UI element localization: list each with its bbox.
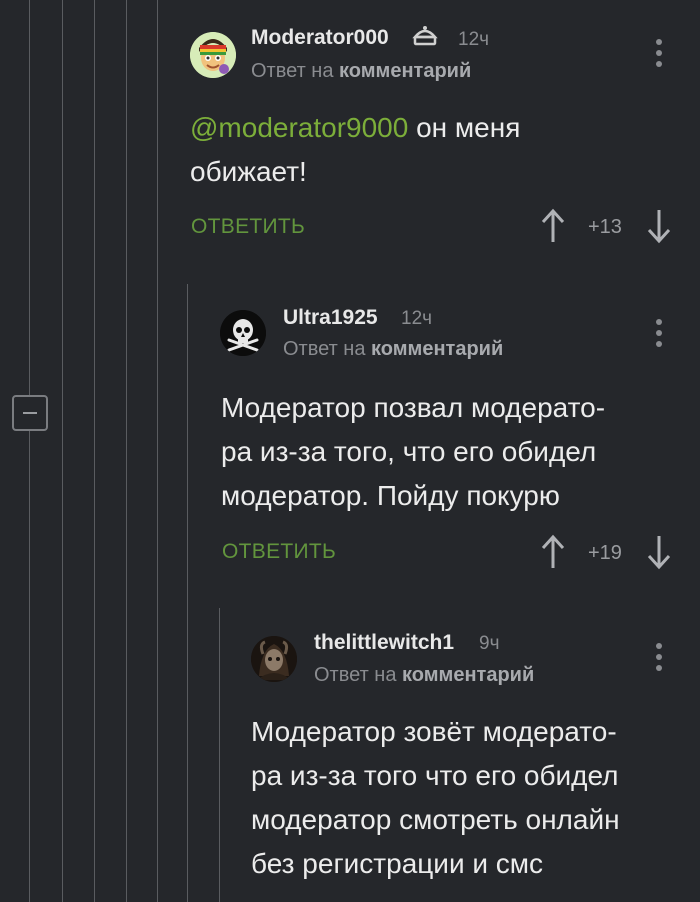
comment-text-line: ра из-за того, что его обидел: [221, 436, 597, 467]
thread-line: [29, 431, 30, 902]
reply-to-prefix: Ответ на: [251, 60, 340, 82]
collapse-thread-button[interactable]: [12, 395, 48, 431]
avatar[interactable]: [190, 32, 236, 78]
upvote-icon[interactable]: [538, 208, 568, 244]
more-options-icon[interactable]: [654, 642, 664, 674]
comment-text: @moderator9000 он меня обижает!: [190, 106, 610, 194]
thread-line: [187, 284, 188, 902]
rating-value: +19: [588, 542, 622, 564]
moderator-badge-icon: [412, 26, 438, 46]
thread-line: [219, 608, 220, 902]
comment-time: 12ч: [458, 29, 490, 50]
comment-text-line: Модератор зовёт модерато-: [251, 716, 617, 747]
author-name[interactable]: thelittlewitch1: [314, 631, 454, 655]
user-mention-link[interactable]: @moderator9000: [190, 112, 408, 143]
rating-value: +13: [588, 216, 622, 238]
author-name[interactable]: Ultra1925: [283, 306, 378, 330]
comment-time: 9ч: [479, 633, 500, 654]
downvote-icon[interactable]: [644, 208, 674, 244]
avatar-image: [190, 32, 236, 78]
downvote-icon[interactable]: [644, 534, 674, 570]
comment-text: Модератор позвал модерато- ра из-за того…: [221, 386, 681, 518]
thread-line: [126, 0, 127, 902]
avatar[interactable]: [220, 310, 266, 356]
comment-text-line: модератор смотреть онлайн: [251, 804, 620, 835]
avatar[interactable]: [251, 636, 297, 682]
reply-to-prefix: Ответ на: [283, 338, 372, 360]
reply-to-target[interactable]: комментарий: [402, 664, 534, 686]
comment-text-line: ра из-за того что его обидел: [251, 760, 619, 791]
reply-to-target[interactable]: комментарий: [339, 60, 471, 82]
comment-text: Модератор зовёт модерато- ра из-за того …: [251, 710, 691, 886]
thread-line: [157, 0, 158, 902]
author-name[interactable]: Moderator000: [251, 26, 389, 50]
avatar-image: [251, 636, 297, 682]
more-options-icon[interactable]: [654, 318, 664, 350]
reply-button[interactable]: ОТВЕТИТЬ: [222, 540, 336, 564]
thread-line: [94, 0, 95, 902]
comment-text-line: Модератор позвал модерато-: [221, 392, 606, 423]
skull-crossbones-icon: [220, 310, 266, 356]
reply-button[interactable]: ОТВЕТИТЬ: [191, 215, 305, 239]
reply-to-target[interactable]: комментарий: [371, 338, 503, 360]
thread-line: [29, 0, 30, 395]
reply-to-link[interactable]: Ответ на комментарий: [283, 338, 503, 361]
thread-line: [62, 0, 63, 902]
comment-text-line: без регистрации и смс: [251, 848, 544, 879]
reply-to-link[interactable]: Ответ на комментарий: [314, 664, 534, 687]
comment-time: 12ч: [401, 308, 433, 329]
comment-text-line: модератор. Пойду покурю: [221, 480, 560, 511]
more-options-icon[interactable]: [654, 38, 664, 70]
upvote-icon[interactable]: [538, 534, 568, 570]
reply-to-prefix: Ответ на: [314, 664, 403, 686]
reply-to-link[interactable]: Ответ на комментарий: [251, 60, 471, 83]
